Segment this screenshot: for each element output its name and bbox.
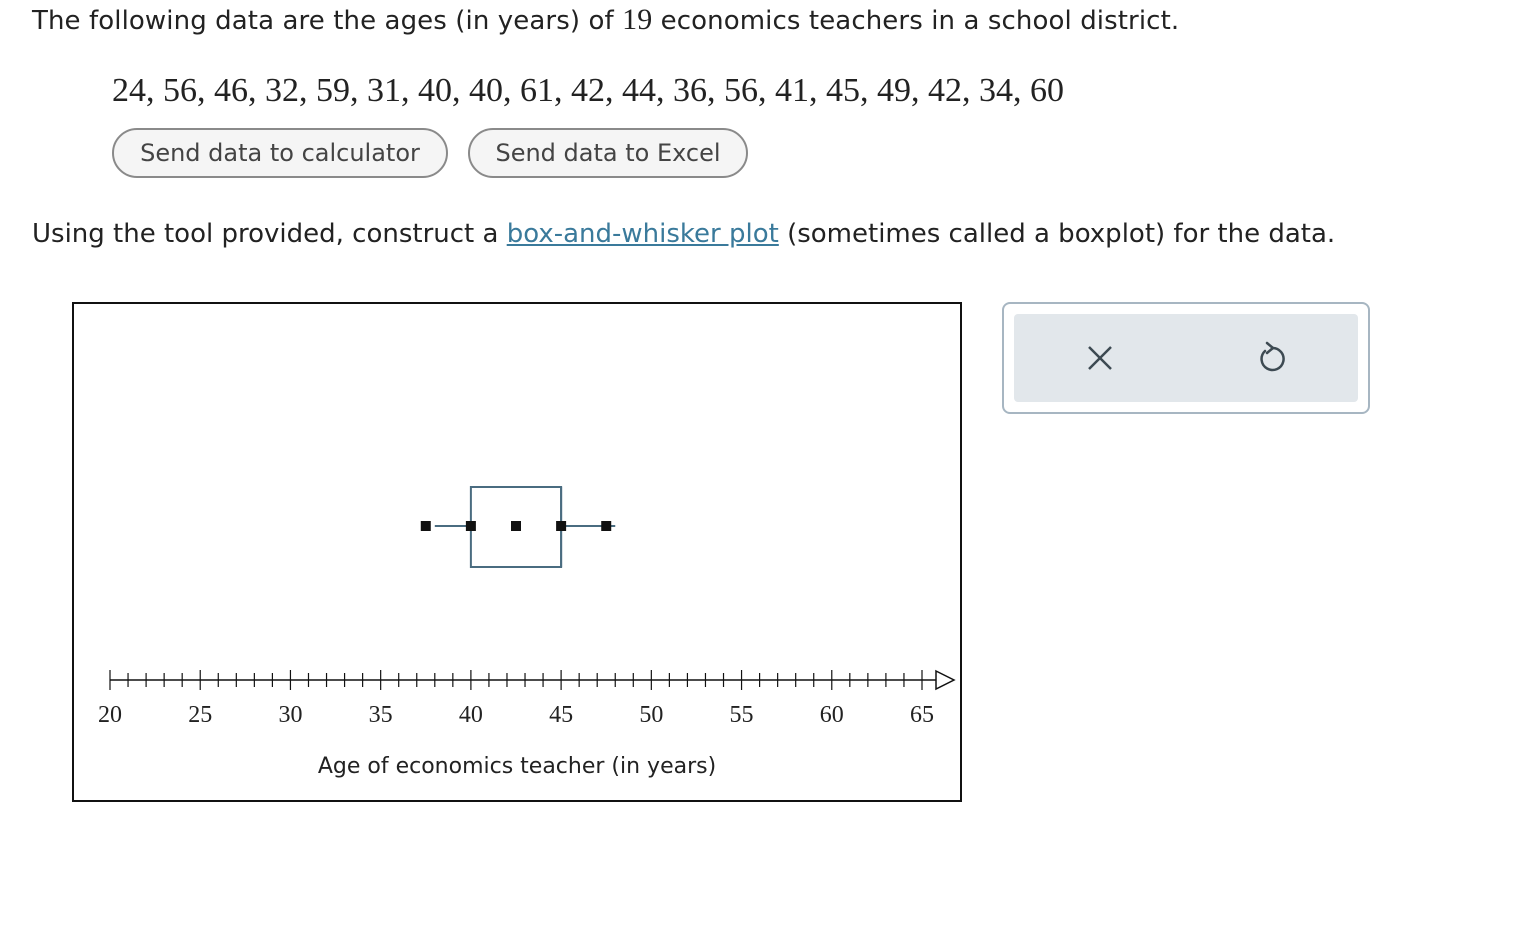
teacher-count: 19 — [622, 3, 653, 36]
boxplot-handle — [556, 521, 567, 531]
x-tick-label: 45 — [549, 702, 573, 728]
intro-text-before: The following data are the ages (in year… — [32, 6, 614, 36]
x-axis-title: Age of economics teacher (in years) — [317, 754, 717, 779]
x-tick-label: 50 — [639, 702, 663, 728]
boxplot-handle — [465, 521, 476, 531]
intro-text-after: economics teachers in a school district. — [660, 6, 1180, 36]
x-tick-label: 30 — [278, 702, 302, 728]
undo-icon — [1260, 341, 1285, 372]
data-values: 24, 56, 46, 32, 59, 31, 40, 40, 61, 42, … — [112, 72, 1064, 109]
x-tick-label: 25 — [188, 702, 212, 728]
boxplot-graph-area[interactable]: 20 25 30 35 40 45 50 55 60 65 Age of economics te… — [72, 302, 962, 802]
x-tick-label: 35 — [369, 702, 393, 728]
x-tick-label: 20 — [98, 702, 122, 728]
boxplot-handle — [420, 521, 431, 531]
clear-button[interactable] — [1078, 336, 1122, 380]
x-axis-arrow — [935, 669, 956, 691]
undo-button[interactable] — [1250, 336, 1294, 380]
boxplot-handle — [601, 521, 612, 531]
question-intro: The following data are the ages (in year… — [32, 3, 1179, 37]
x-tick-label: 40 — [459, 702, 483, 728]
instruction-text: Using the tool provided, construct a box… — [32, 219, 1335, 249]
instruction-before: Using the tool provided, construct a — [32, 219, 499, 249]
send-to-excel-button[interactable]: Send data to Excel — [468, 128, 748, 178]
tool-panel — [1002, 302, 1370, 414]
x-tick-label: 65 — [910, 702, 934, 728]
boxplot-definition-link[interactable]: box-and-whisker plot — [507, 219, 779, 249]
close-icon — [1088, 346, 1112, 370]
boxplot-handle — [511, 521, 521, 531]
send-to-calculator-button[interactable]: Send data to calculator — [112, 128, 448, 178]
x-tick-label: 60 — [820, 702, 844, 728]
x-tick-label: 55 — [730, 702, 754, 728]
instruction-after: (sometimes called a boxplot) for the dat… — [787, 219, 1336, 249]
boxplot-chart[interactable]: 20 25 30 35 40 45 50 55 60 65 — [74, 304, 960, 800]
tool-bar — [1014, 314, 1358, 402]
